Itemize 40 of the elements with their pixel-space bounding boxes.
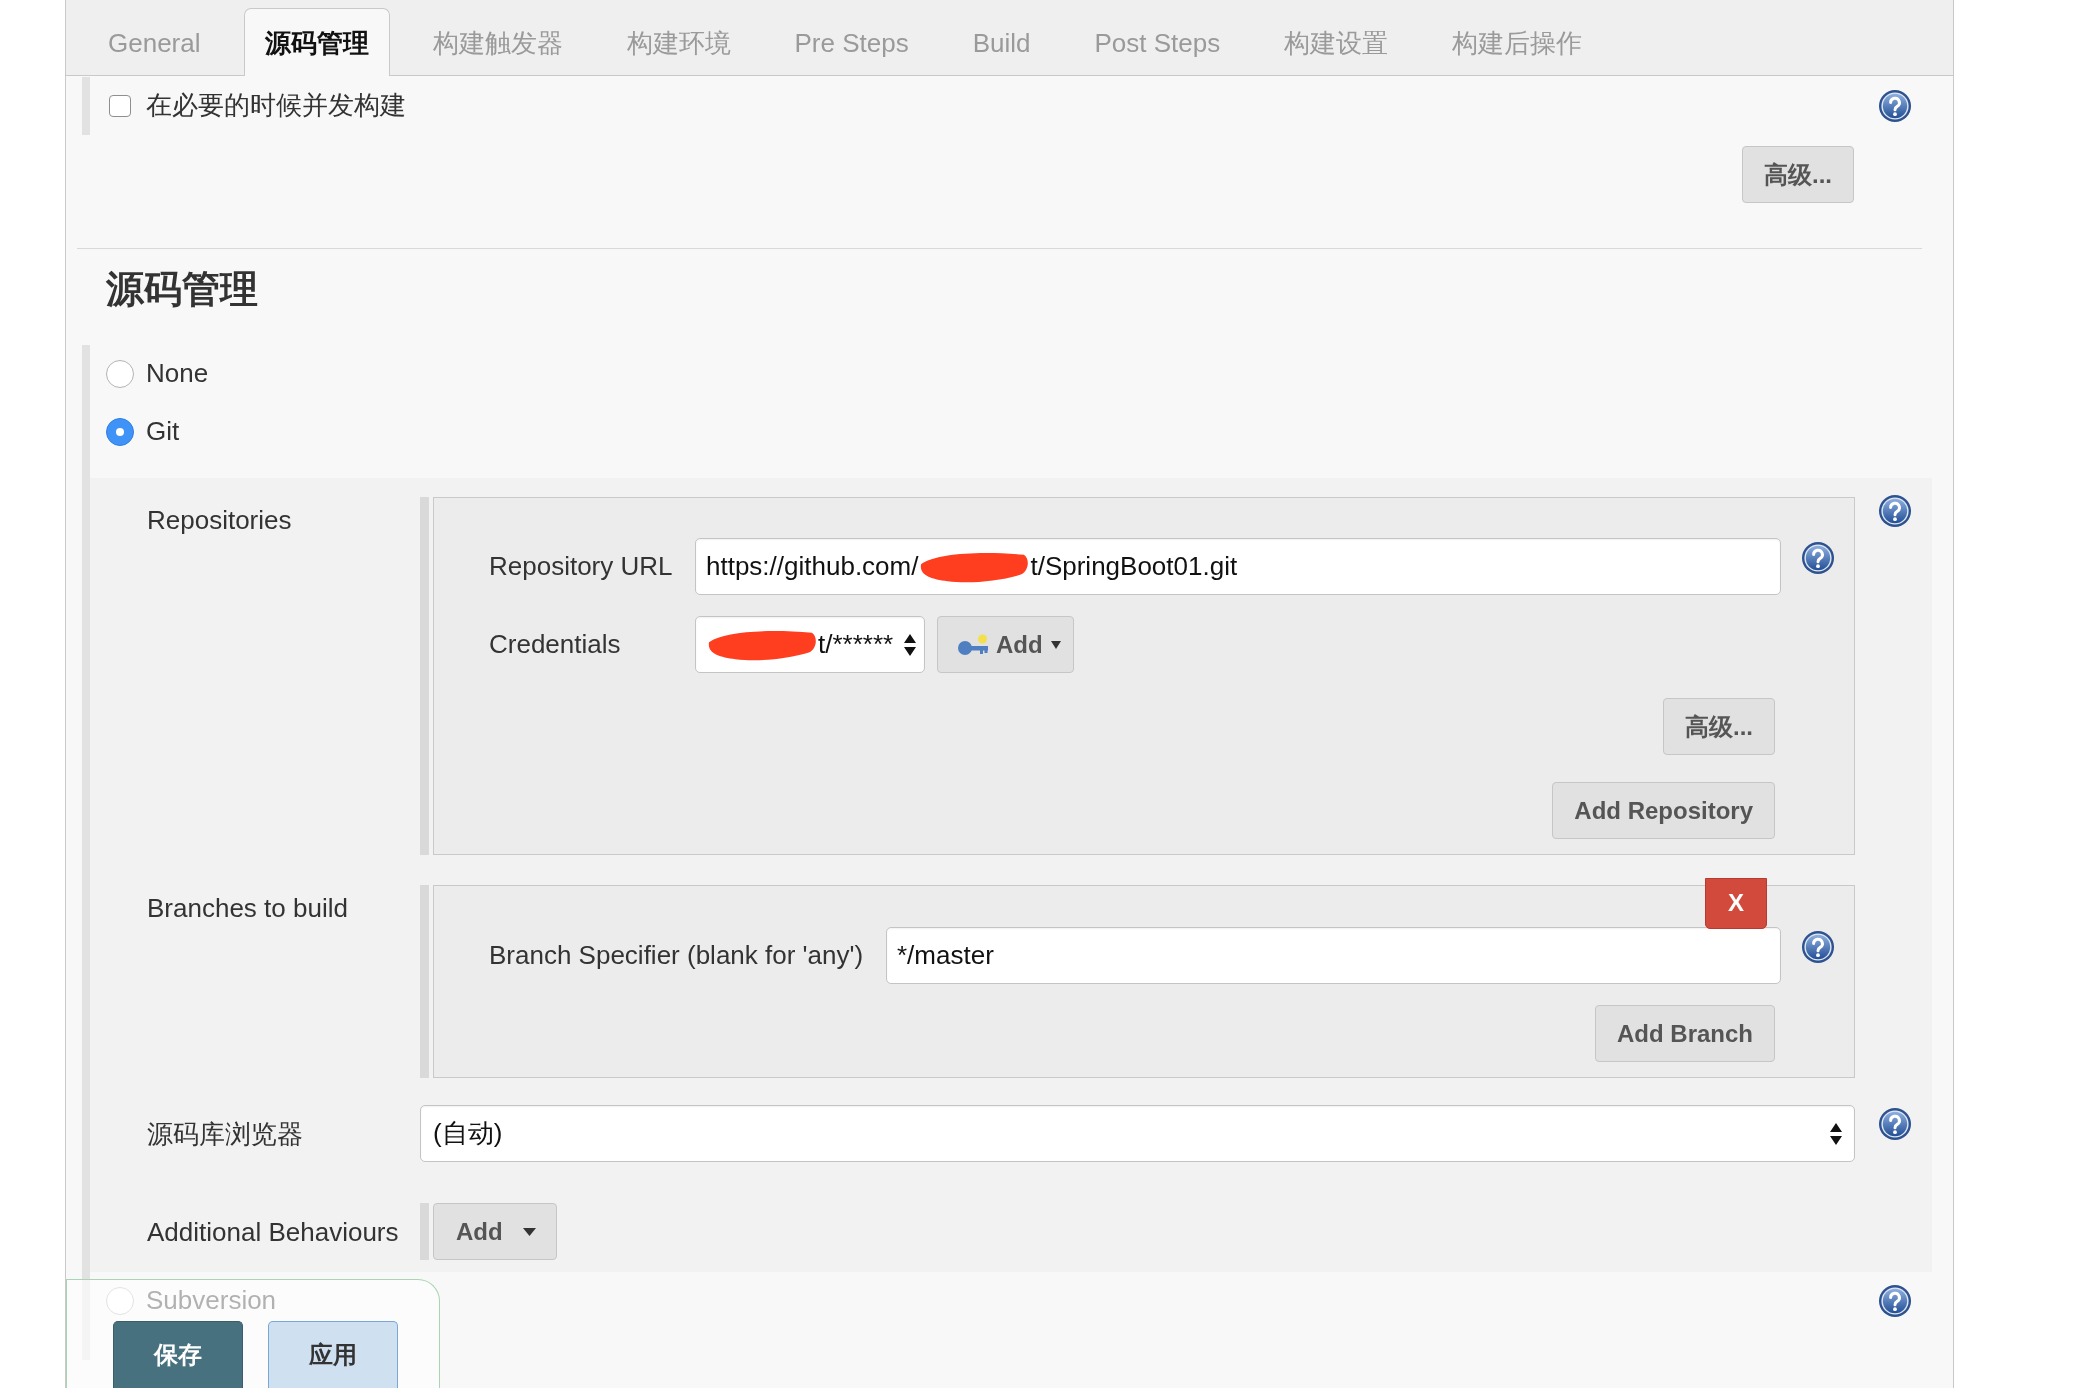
add-credentials-button[interactable]: Add (937, 616, 1074, 673)
radio-button[interactable] (106, 1287, 134, 1315)
url-field[interactable]: https://github.com/ t/SpringBoot01.git (695, 538, 1781, 595)
radio-label[interactable]: None (146, 358, 209, 390)
advanced-button[interactable]: 高级... (1663, 698, 1775, 755)
credentials-select[interactable]: t/****** (695, 616, 925, 673)
branch-specifier-field[interactable]: */master (886, 927, 1781, 984)
help-icon[interactable] (1802, 931, 1834, 963)
browser-select[interactable]: (自动) (420, 1105, 1855, 1162)
remove-button[interactable]: X (1705, 878, 1767, 929)
caret-icon (522, 1227, 536, 1236)
tab[interactable]: 源码管理 (243, 8, 390, 76)
field-label: Branches to build (147, 892, 348, 923)
updown-arrows-icon (904, 633, 916, 656)
key-icon (958, 633, 988, 656)
field-label: Credentials (489, 628, 621, 661)
radio-label[interactable]: Git (146, 416, 180, 448)
updown-arrows-icon (1830, 1122, 1842, 1145)
add-dropdown-button[interactable]: Add (433, 1203, 557, 1260)
apply-button[interactable]: 应用 (268, 1321, 398, 1388)
field-label: 源码库浏览器 (147, 1118, 303, 1149)
radio-button[interactable] (106, 360, 134, 388)
advanced-button[interactable]: 高级... (1742, 146, 1854, 203)
help-icon[interactable] (1802, 542, 1834, 574)
field-label: Additional Behaviours (147, 1216, 399, 1247)
field-label: Repositories (147, 504, 292, 535)
help-icon[interactable] (1879, 90, 1911, 122)
help-icon[interactable] (1879, 1108, 1911, 1140)
checkbox[interactable] (109, 95, 131, 117)
radio-button[interactable] (106, 418, 134, 446)
section-title: 源码管理 (106, 267, 259, 312)
caret-icon (1050, 640, 1061, 649)
field-label: Branch Specifier (blank for 'any') (489, 939, 864, 972)
help-icon[interactable] (1879, 1285, 1911, 1317)
add-branch-button[interactable]: Add Branch (1595, 1005, 1775, 1062)
checkbox-label[interactable]: 在必要的时候并发构建 (146, 90, 406, 122)
add-repository-button[interactable]: Add Repository (1552, 782, 1775, 839)
field-label: Repository URL (489, 550, 673, 583)
save-button[interactable]: 保存 (113, 1321, 243, 1388)
help-icon[interactable] (1879, 495, 1911, 527)
